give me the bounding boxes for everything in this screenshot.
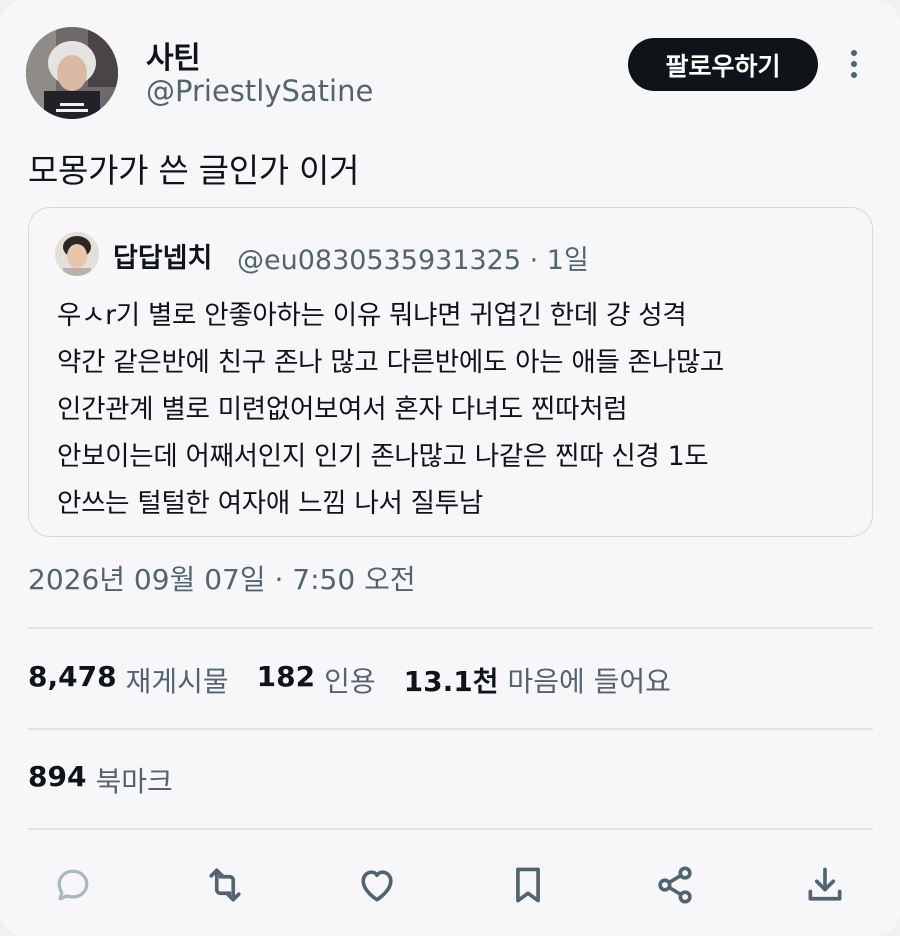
bookmark-icon[interactable] [503, 860, 553, 910]
quoted-tweet-line: 안쓰는 털털한 여자애 느낌 나서 질투남 [57, 488, 483, 519]
likes-stat[interactable]: 13.1천 마음에 들어요 [404, 660, 671, 700]
tweet-text: 모몽가가 쓴 글인가 이거 [28, 151, 360, 190]
quoted-tweet-body: 우ㅅr기 별로 안좋아하는 이유 뭐냐면 귀엽긴 한데 걍 성격 약간 같은반에… [57, 292, 857, 527]
reply-icon[interactable] [48, 860, 98, 910]
quotes-count: 182 [256, 660, 316, 693]
author-handle[interactable]: @PriestlySatine [146, 74, 373, 108]
quoted-tweet-line: 우ㅅr기 별로 안좋아하는 이유 뭐냐면 귀엽긴 한데 걍 성격 [57, 300, 687, 331]
retweets-count: 8,478 [28, 660, 117, 693]
retweets-stat[interactable]: 8,478 재게시물 [28, 660, 229, 700]
quoted-tweet[interactable]: 답답넵치 @eu0830535931325 · 1일 우ㅅr기 별로 안좋아하는… [28, 207, 873, 537]
quoted-author-avatar [55, 232, 99, 276]
quoted-author-display-name: 답답넵치 [113, 243, 213, 274]
quoted-tweet-line: 약간 같은반에 친구 존나 많고 다른반에도 아는 애들 존나많고 [57, 347, 724, 378]
quoted-tweet-line: 인간관계 별로 미련없어보여서 혼자 다녀도 찐따처럼 [57, 394, 628, 425]
share-icon[interactable] [650, 860, 700, 910]
bookmarks-label: 북마크 [95, 765, 173, 798]
follow-button[interactable]: 팔로우하기 [628, 38, 818, 91]
retweet-icon[interactable] [200, 860, 250, 910]
retweets-label: 재게시물 [125, 665, 229, 698]
tweet-timestamp[interactable]: 2026년 09월 07일 · 7:50 오전 [28, 558, 416, 598]
action-bar [48, 860, 858, 910]
author-avatar[interactable] [26, 27, 118, 119]
divider [28, 627, 873, 629]
engagement-stats: 8,478 재게시물 182 인용 13.1천 마음에 들어요 [28, 660, 699, 700]
author-display-name[interactable]: 사틴 [146, 33, 201, 77]
likes-label: 마음에 들어요 [507, 665, 671, 698]
more-vertical-icon[interactable] [840, 46, 868, 82]
quotes-label: 인용 [324, 665, 376, 698]
bookmarks-count: 894 [28, 760, 87, 793]
divider [28, 828, 873, 830]
quoted-author-meta: @eu0830535931325 · 1일 [237, 245, 589, 276]
bookmarks-stat[interactable]: 894 북마크 [28, 760, 173, 800]
divider [28, 728, 873, 730]
heart-icon[interactable] [352, 860, 402, 910]
download-icon[interactable] [800, 860, 850, 910]
quotes-stat[interactable]: 182 인용 [257, 660, 376, 700]
likes-count: 13.1천 [403, 665, 499, 698]
tweet-card: 사틴 @PriestlySatine 팔로우하기 모몽가가 쓴 글인가 이거 답… [0, 0, 900, 936]
quoted-tweet-line: 안보이는데 어째서인지 인기 존나많고 나같은 찐따 신경 1도 [57, 441, 709, 472]
